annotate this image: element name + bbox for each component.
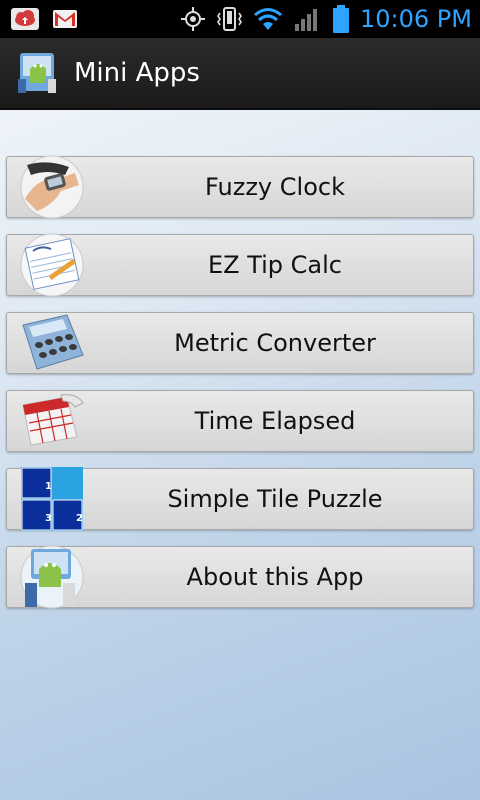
page-title: Mini Apps bbox=[74, 58, 200, 88]
menu-item-metric-converter[interactable]: Metric Converter bbox=[6, 312, 474, 374]
calendar-icon bbox=[17, 389, 87, 453]
menu-item-simple-tile-puzzle[interactable]: 1 3 2 Simple Tile Puzzle bbox=[6, 467, 474, 531]
menu-item-about-this-app[interactable]: About this App bbox=[6, 545, 474, 609]
tile-number: 2 bbox=[76, 513, 83, 524]
cloud-notification-icon bbox=[10, 7, 40, 31]
battery-icon bbox=[332, 4, 350, 34]
calculator-icon bbox=[17, 311, 87, 375]
guest-check-icon bbox=[17, 233, 87, 297]
status-bar: 10:06 PM bbox=[0, 0, 480, 38]
tile-puzzle-icon: 1 3 2 bbox=[17, 467, 87, 531]
action-bar: Mini Apps bbox=[0, 38, 480, 110]
vibrate-icon bbox=[216, 5, 242, 33]
signal-icon bbox=[294, 6, 322, 32]
menu-item-fuzzy-clock[interactable]: Fuzzy Clock bbox=[6, 155, 474, 219]
menu-item-ez-tip-calc[interactable]: EZ Tip Calc bbox=[6, 233, 474, 297]
status-clock: 10:06 PM bbox=[360, 5, 472, 33]
menu-item-time-elapsed[interactable]: Time Elapsed bbox=[6, 390, 474, 452]
tile-number: 3 bbox=[45, 513, 52, 524]
wristwatch-icon bbox=[17, 155, 87, 219]
wifi-icon bbox=[252, 6, 284, 32]
gps-icon bbox=[180, 6, 206, 32]
gmail-icon bbox=[52, 8, 78, 30]
tile-number: 1 bbox=[45, 481, 52, 492]
android-app-logo-icon[interactable] bbox=[14, 49, 62, 97]
app-menu-list: Fuzzy Clock EZ Tip Calc Metric Converter… bbox=[6, 155, 474, 624]
android-app-logo-icon bbox=[17, 545, 87, 609]
